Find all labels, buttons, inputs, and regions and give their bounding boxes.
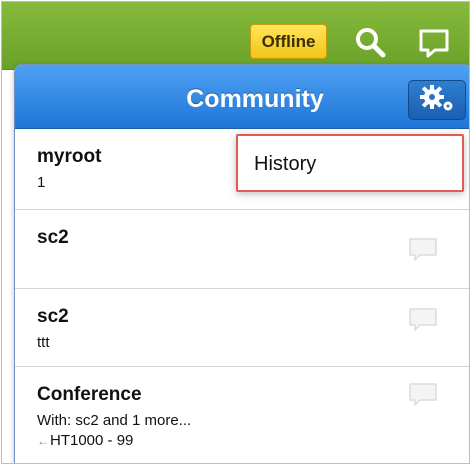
chat-icon[interactable] <box>416 26 452 60</box>
top-bar: Offline <box>2 2 469 70</box>
list-item[interactable]: Conference With: sc2 and 1 more... ←HT10… <box>15 367 469 463</box>
list-item[interactable]: sc2 ttt <box>15 289 469 367</box>
conversation-name: sc2 <box>37 306 69 327</box>
search-icon[interactable] <box>354 26 388 60</box>
arrow-left-icon: ← <box>37 434 49 448</box>
conversation-preview: 1 <box>37 174 46 191</box>
settings-button[interactable] <box>408 80 466 120</box>
chat-bubble-icon <box>408 237 438 263</box>
offline-status-badge[interactable]: Offline <box>250 24 327 59</box>
conversation-preview: ttt <box>37 334 50 351</box>
panel-title: Community <box>186 85 324 113</box>
conversation-name: Conference <box>37 384 142 405</box>
panel-header: Community <box>15 65 469 129</box>
settings-dropdown-menu: History <box>236 134 464 192</box>
app-frame: Offline Community myroot 1 sc2 sc2 ttt C… <box>1 1 470 464</box>
community-panel: Community myroot 1 sc2 sc2 ttt Conferenc… <box>14 64 469 463</box>
conversation-detail-text: HT1000 - 99 <box>50 432 134 449</box>
list-item[interactable]: sc2 <box>15 210 469 289</box>
chat-bubble-icon <box>408 382 438 408</box>
conversation-detail: ←HT1000 - 99 <box>37 432 133 449</box>
gear-icon <box>415 82 459 119</box>
conversation-preview: With: sc2 and 1 more... <box>37 412 192 429</box>
menu-item-history[interactable]: History <box>254 153 316 176</box>
conversation-name: sc2 <box>37 227 69 248</box>
chat-bubble-icon <box>408 307 438 333</box>
conversation-name: myroot <box>37 146 102 167</box>
